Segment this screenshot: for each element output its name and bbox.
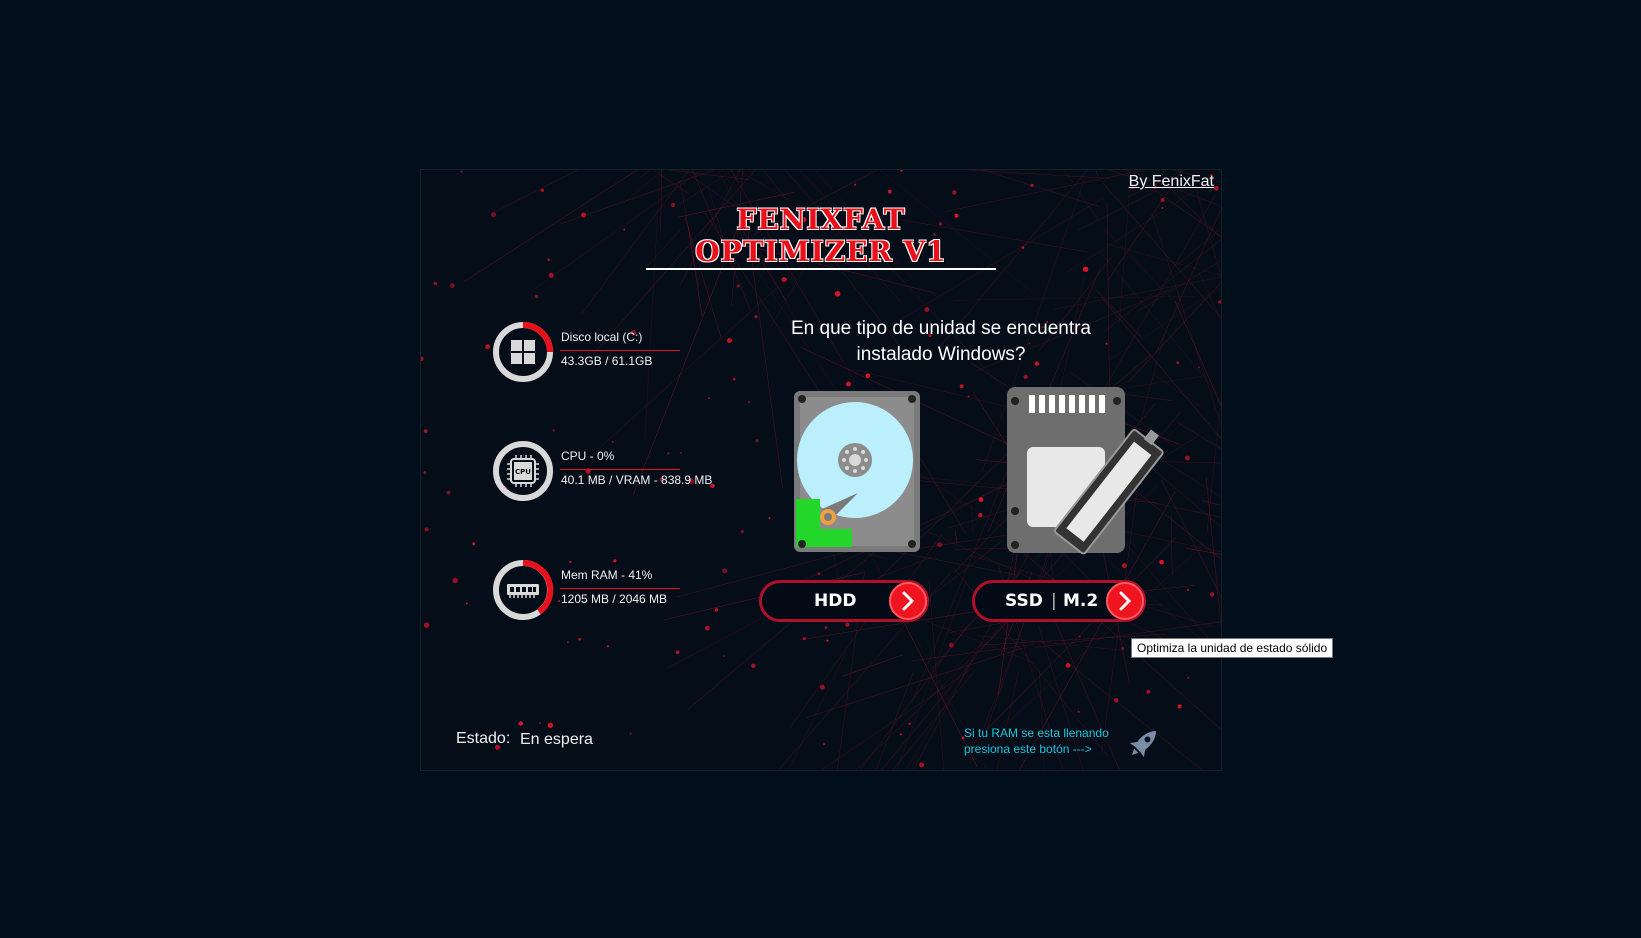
svg-text:CPU: CPU bbox=[515, 468, 531, 476]
ssd-m2-icon[interactable] bbox=[1005, 385, 1165, 560]
ram-module-icon bbox=[507, 584, 539, 598]
cpu-chip-icon: CPU bbox=[507, 455, 539, 487]
ssd-button[interactable]: SSD | M.2 bbox=[972, 580, 1146, 622]
rocket-icon[interactable] bbox=[1124, 723, 1164, 763]
hard-disk-drive-icon[interactable] bbox=[792, 389, 922, 554]
drive-question: En que tipo de unidad se encuentra insta… bbox=[790, 318, 1091, 365]
m2-button-label: M.2 bbox=[1063, 591, 1099, 611]
ssd-button-label: SSD bbox=[1005, 591, 1043, 611]
ssd-chevron-right-icon[interactable] bbox=[1106, 582, 1144, 620]
hdd-button-label: HDD bbox=[814, 591, 857, 611]
ssd-tooltip: Optimiza la unidad de estado sólido bbox=[1131, 638, 1334, 658]
hdd-chevron-right-icon[interactable] bbox=[889, 582, 927, 620]
disk-usage-ring bbox=[493, 322, 553, 382]
status-value: En espera bbox=[520, 731, 593, 748]
optimizer-window: By FenixFat FENIXFAT OPTIMIZER V1 Disco … bbox=[420, 169, 1222, 771]
windows-logo-icon bbox=[511, 340, 535, 364]
hdd-button[interactable]: HDD bbox=[759, 580, 929, 622]
cpu-stat: CPU CPU - 0% 40.1 MB / VRAM - 838.9 MB bbox=[491, 439, 751, 505]
cpu-divider bbox=[560, 469, 680, 470]
ram-hint-line1: Si tu RAM se esta llenando bbox=[964, 726, 1109, 740]
ssd-separator: | bbox=[1051, 591, 1057, 611]
cpu-label: CPU - 0% bbox=[561, 449, 615, 463]
ram-divider bbox=[560, 588, 680, 589]
ram-value: 1205 MB / 2046 MB bbox=[561, 592, 668, 606]
disk-label: Disco local (C:) bbox=[561, 330, 643, 344]
disk-value: 43.3GB / 61.1GB bbox=[561, 354, 653, 368]
cpu-usage-ring: CPU bbox=[493, 441, 553, 501]
status-label: Estado: bbox=[456, 730, 511, 747]
ram-label: Mem RAM - 41% bbox=[561, 568, 653, 582]
disk-divider bbox=[560, 350, 680, 351]
app-title: FENIXFAT OPTIMIZER V1 bbox=[646, 204, 996, 270]
ram-usage-ring bbox=[493, 559, 554, 620]
cpu-value: 40.1 MB / VRAM - 838.9 MB bbox=[561, 473, 713, 487]
disk-stat: Disco local (C:) 43.3GB / 61.1GB bbox=[491, 320, 751, 386]
ram-hint: Si tu RAM se esta llenando presiona este… bbox=[964, 725, 1124, 757]
author-link[interactable]: By FenixFat bbox=[1129, 173, 1214, 191]
ram-hint-line2: presiona este botón ---> bbox=[964, 742, 1092, 756]
ram-stat: Mem RAM - 41% 1205 MB / 2046 MB bbox=[491, 558, 751, 624]
